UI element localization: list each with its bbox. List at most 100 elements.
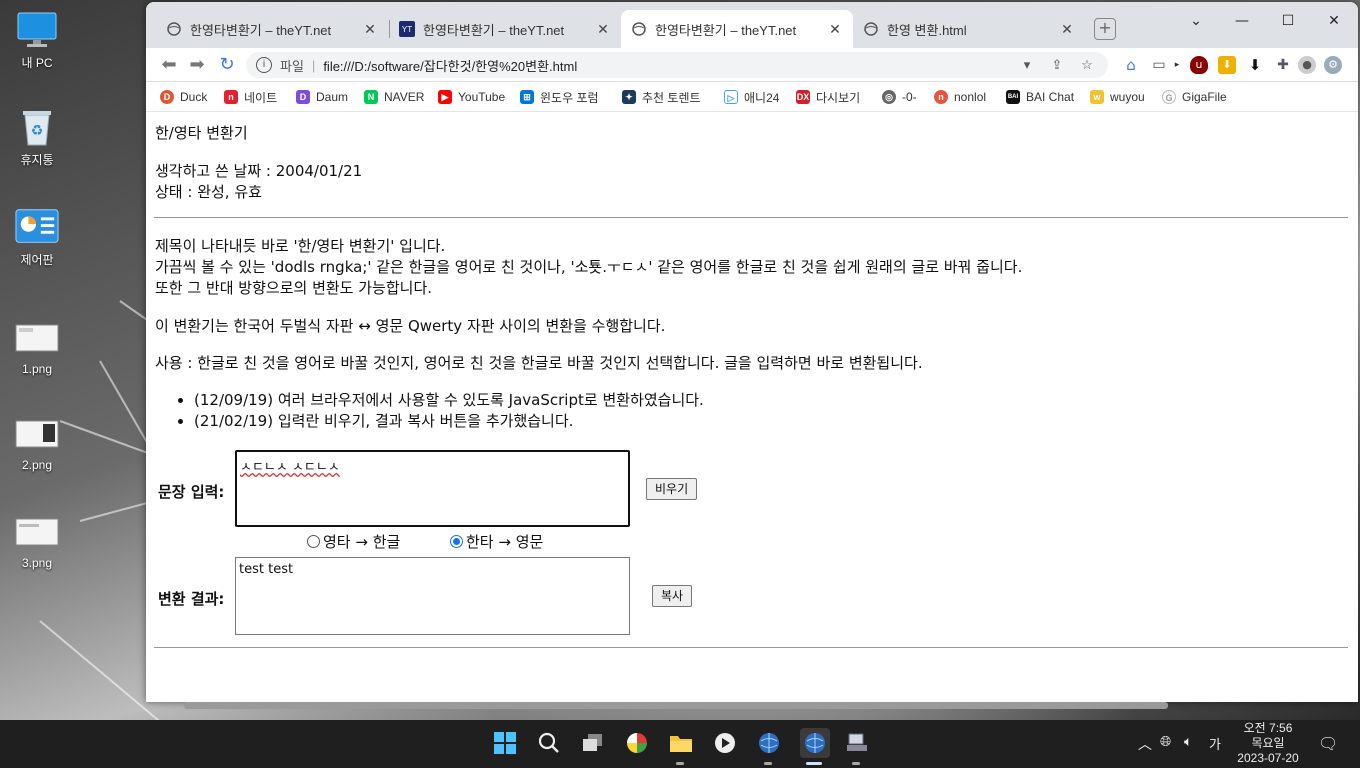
star-icon[interactable]: ☆ [1078, 56, 1096, 74]
forward-arrow-icon[interactable]: ➡ [186, 54, 208, 76]
usage-note: 사용 : 한글로 친 것을 영어로 바꿀 것인지, 영어로 친 것을 한글로 바… [155, 354, 923, 372]
media-player-icon[interactable] [712, 730, 738, 756]
notification-icon[interactable]: 🗨︎ [1318, 734, 1338, 753]
bookmark-nonlol[interactable]: n nonlol [934, 88, 986, 106]
desktop-icon-recycle-bin[interactable]: ♻ 휴지통 [6, 107, 68, 168]
search-icon[interactable] [536, 730, 562, 756]
clear-button[interactable]: 비우기 [646, 478, 698, 500]
close-icon[interactable]: ✕ [1059, 21, 1075, 38]
ublock-icon[interactable]: u [1190, 56, 1208, 74]
bookmark-naver[interactable]: N NAVER [364, 88, 424, 106]
dropdown-arrow-icon[interactable]: ▾ [1018, 56, 1036, 74]
close-icon[interactable]: ✕ [595, 21, 611, 38]
minimize-button[interactable]: — [1220, 8, 1264, 34]
windows-start-icon[interactable] [492, 730, 518, 756]
close-window-button[interactable]: ✕ [1312, 8, 1356, 34]
puzzle-icon[interactable]: ✚ [1274, 56, 1292, 74]
maximize-button[interactable]: ☐ [1266, 8, 1310, 34]
bookmark-label: BAI Chat [1026, 90, 1075, 104]
bookmark-ani24[interactable]: ▷ 애니24 [724, 88, 779, 106]
desktop-icon-file-1[interactable]: 1.png [6, 318, 68, 376]
settings-gear-icon[interactable]: ⚙ [1324, 56, 1342, 74]
bookmark-wuyou[interactable]: w wuyou [1090, 88, 1145, 106]
radio-ko-to-en[interactable]: 한타 → 영문 [450, 531, 543, 552]
bookmark-torrent[interactable]: ✦ 추천 토렌트 [622, 88, 701, 106]
back-arrow-icon[interactable]: ⬅ [158, 54, 180, 76]
changelog-item: (12/09/19) 여러 브라우저에서 사용할 수 있도록 JavaScrip… [194, 390, 704, 411]
url-text[interactable]: file:///D:/software/잡다한것/한영%20변환.html [323, 56, 1018, 75]
desktop-icon-file-3[interactable]: 3.png [6, 512, 68, 570]
radio-checked-icon[interactable] [450, 535, 463, 548]
bookmark-gigafile[interactable]: G GigaFile [1162, 88, 1227, 106]
home-icon[interactable]: ⌂ [1122, 56, 1140, 74]
tab-strip: 한영타변환기 – theYT.net ✕ YT 한영타변환기 – theYT.n… [146, 2, 1358, 48]
bookmark-daum[interactable]: D Daum [296, 88, 348, 106]
tab-4[interactable]: 한영 변환.html ✕ [853, 10, 1085, 48]
close-icon[interactable]: ✕ [827, 21, 843, 38]
description-line: 또한 그 반대 방향으로의 변환도 가능합니다. [155, 279, 433, 297]
new-tab-button[interactable]: + [1094, 18, 1116, 40]
input-label: 문장 입력: [158, 483, 225, 501]
clock-time: 오전 7:56 [1243, 721, 1293, 735]
radio-en-to-ko[interactable]: 영타 → 한글 [307, 531, 400, 552]
more-extensions-icon[interactable]: ▸ [1172, 56, 1182, 74]
conversion-result[interactable]: test test [235, 557, 630, 635]
bookmark-youtube[interactable]: ▶ YouTube [438, 88, 505, 106]
radio-unchecked-icon[interactable] [307, 535, 320, 548]
tab-1[interactable]: 한영타변환기 – theYT.net ✕ [156, 10, 388, 48]
ime-indicator[interactable]: 가 [1209, 734, 1221, 753]
bookmark-zero[interactable]: ◎ -0- [882, 88, 917, 106]
clock[interactable]: 오전 7:56 목요일 2023-07-20 [1230, 721, 1306, 766]
horizontal-scrollbar[interactable] [184, 702, 1168, 709]
radio-label: 한타 → 영문 [466, 533, 544, 551]
bookmark-label: GigaFile [1182, 90, 1227, 104]
color-app-icon[interactable] [624, 730, 650, 756]
result-text: test test [239, 562, 294, 577]
download-icon[interactable]: ⬇ [1246, 56, 1264, 74]
tab-search-chevron-icon[interactable]: ⌄ [1174, 8, 1218, 34]
image-file-icon [15, 512, 59, 552]
divider [154, 217, 1348, 218]
divider [154, 647, 1348, 648]
bookmark-windows-forum[interactable]: ⊞ 윈도우 포럼 [520, 88, 599, 106]
address-bar[interactable]: i 파일 | file:///D:/software/잡다한것/한영%20변환.… [246, 52, 1108, 78]
desktop-icon-control-panel[interactable]: 제어판 [6, 207, 68, 268]
close-icon[interactable]: ✕ [362, 21, 378, 38]
profile-avatar-icon[interactable]: ● [1298, 56, 1316, 74]
monitor-icon [15, 10, 59, 50]
globe-icon: ◎ [882, 90, 896, 104]
bookmark-label: NAVER [384, 90, 425, 104]
file-explorer-icon[interactable] [668, 730, 694, 756]
bookmark-duck[interactable]: D Duck [160, 88, 207, 106]
copy-button[interactable]: 복사 [652, 585, 693, 607]
sentence-input[interactable]: ㅅㄷㄴㅅ ㅅㄷㄴㅅ [235, 450, 630, 527]
tab-2[interactable]: YT 한영타변환기 – theYT.net ✕ [389, 10, 621, 48]
duck-icon: D [160, 90, 174, 104]
bookmark-rewatch[interactable]: DX 다시보기 [796, 88, 860, 106]
windows-logo-icon: ⊞ [520, 90, 534, 104]
desktop-icon-label: 제어판 [20, 253, 54, 267]
bookmark-bai-chat[interactable]: BAI BAI Chat [1006, 88, 1074, 106]
sidebar-icon[interactable]: ▭ [1150, 56, 1168, 74]
clock-day: 목요일 [1251, 736, 1285, 750]
tab-3-active[interactable]: 한영타변환기 – theYT.net ✕ [621, 10, 853, 48]
gigafile-icon: G [1162, 90, 1176, 104]
info-icon[interactable]: i [256, 57, 272, 73]
network-globe-icon[interactable]: 🌐︎ [1160, 734, 1171, 750]
show-hidden-icons-chevron-icon[interactable]: ︿ [1138, 734, 1152, 754]
task-view-icon[interactable] [580, 730, 606, 756]
desktop-icon-this-pc[interactable]: 내 PC [6, 10, 68, 71]
volume-icon[interactable]: 🔈︎ [1184, 734, 1192, 750]
bookmark-nate[interactable]: n 네이트 [224, 88, 277, 106]
active-browser-globe-icon[interactable] [800, 728, 830, 758]
desktop-icon-file-2[interactable]: 2.png [6, 414, 68, 472]
browser-globe-icon[interactable] [756, 730, 782, 756]
image-file-icon [15, 414, 59, 454]
download-manager-icon[interactable]: ⬇ [1218, 56, 1236, 74]
network-tool-icon[interactable] [844, 730, 870, 756]
reload-icon[interactable]: ↻ [216, 54, 238, 76]
share-icon[interactable]: ⇪ [1048, 56, 1066, 74]
daum-icon: D [296, 90, 310, 104]
browser-toolbar: ⬅ ➡ ↻ i 파일 | file:///D:/software/잡다한것/한영… [146, 48, 1358, 82]
scheme-label: 파일 [280, 58, 304, 74]
